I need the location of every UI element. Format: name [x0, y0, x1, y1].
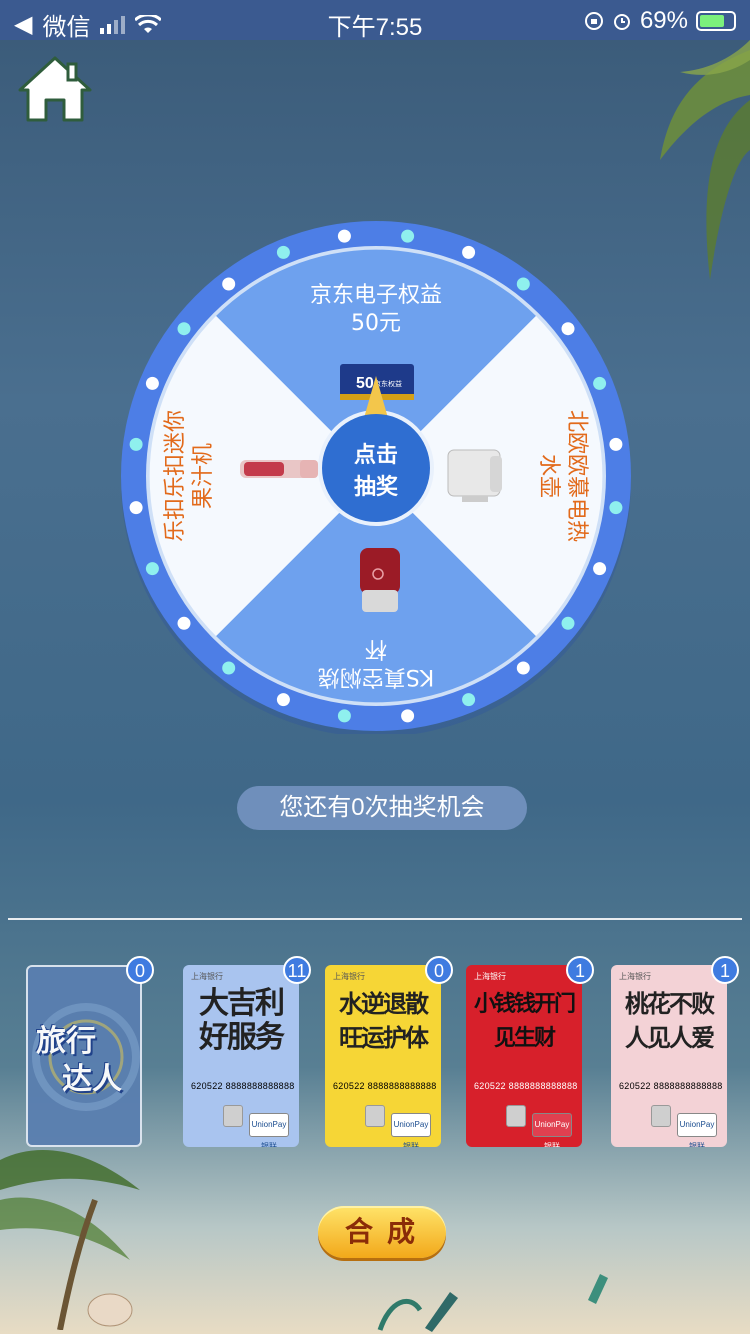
wheel-light [401, 229, 415, 243]
wheel-light [593, 562, 607, 576]
card-title: 旅行 达人 [36, 1025, 122, 1096]
card-number: 620522 8888888888888 [619, 1081, 723, 1091]
wheel-light [462, 245, 476, 259]
rotation-lock-icon [584, 12, 603, 30]
card-count-badge: 0 [126, 956, 154, 984]
chip-icon [651, 1105, 671, 1127]
synthesize-button[interactable]: 合成 [318, 1206, 446, 1258]
unionpay-logo: UnionPay 银联 [532, 1113, 572, 1147]
prize-sub: 50元 [351, 311, 401, 336]
prize-sub: 水壶 [536, 454, 561, 498]
spin-button-label: 抽奖 [354, 474, 399, 500]
home-icon[interactable] [16, 54, 94, 124]
card-facai[interactable]: 上海银行 小钱钱开门 见生财 620522 8888888888888 Unio… [466, 956, 594, 1147]
card-travel[interactable]: 旅行 达人 0 [26, 956, 154, 1147]
unionpay-logo: UnionPay 银联 [391, 1113, 431, 1147]
card-number: 620522 8888888888888 [191, 1081, 295, 1091]
prize-name: 北欧欧慕电热 [564, 410, 589, 542]
prize-name: 京东电子权益 [310, 283, 442, 308]
card-number: 620522 8888888888888 [333, 1081, 437, 1091]
wheel-light [593, 376, 607, 390]
wheel-light [276, 693, 290, 707]
beach-items-decoration [87, 1274, 608, 1332]
card-calligraphy: 水逆退散 旺运护体 [339, 989, 429, 1052]
chip-icon [365, 1105, 385, 1127]
wheel-light [609, 501, 623, 515]
card-count-badge: 0 [425, 956, 453, 984]
wheel-light [145, 376, 159, 390]
chip-icon [506, 1105, 526, 1127]
wheel-light [561, 322, 575, 336]
thermos-image [360, 548, 400, 612]
battery-percent: 69% [639, 7, 688, 34]
bank-name: 上海银行 [191, 972, 223, 981]
divider [8, 918, 742, 920]
card-calligraphy: 桃花不败 人见人爱 [625, 989, 715, 1052]
wheel-light [222, 661, 236, 675]
wheel-light [561, 616, 575, 630]
card-calligraphy: 小钱钱开门 见生财 [473, 991, 576, 1051]
card-count-badge: 1 [566, 956, 594, 984]
wheel-light [129, 501, 143, 515]
wheel-light [516, 277, 530, 291]
prize-name: KS真空焖烧 [318, 664, 434, 689]
voucher-amount: 50 [356, 375, 374, 392]
bank-name: 上海银行 [333, 972, 365, 981]
card-count-badge: 11 [283, 956, 311, 984]
card-calligraphy: 大吉利 好服务 [199, 986, 285, 1055]
card-taohua[interactable]: 上海银行 桃花不败 人见人爱 620522 8888888888888 Unio… [611, 956, 739, 1147]
wheel-light [401, 709, 415, 723]
prize-name: 乐扣乐扣迷你 [163, 410, 188, 542]
prize-sub: 果汁机 [191, 443, 216, 509]
kettle-image [447, 449, 502, 502]
unionpay-logo: UnionPay 银联 [249, 1113, 289, 1147]
wheel-light [516, 661, 530, 675]
wheel-light [276, 245, 290, 259]
wheel-light [177, 616, 191, 630]
juicer-image [240, 460, 318, 478]
palm-leaves-decoration [660, 40, 750, 280]
card-number: 620522 8888888888888 [474, 1081, 578, 1091]
wheel-light [337, 709, 351, 723]
spin-button-label: 点击 [354, 442, 398, 468]
palm-tree-decoration [0, 1150, 140, 1330]
prize-sub: 杯 [365, 636, 387, 661]
alarm-icon [613, 14, 630, 30]
wheel-light [177, 322, 191, 336]
lucky-wheel[interactable]: 50 京东权益 京东电子权益 50元 北欧欧慕电热 水壶 KS真空焖烧 杯 乐扣… [118, 218, 634, 737]
card-jili[interactable]: 上海银行 大吉利 好服务 620522 8888888888888 UnionP… [183, 956, 311, 1147]
wheel-light [609, 437, 623, 451]
wheel-light [129, 437, 143, 451]
bank-name: 上海银行 [474, 972, 506, 981]
battery-icon [696, 11, 736, 31]
wheel-graphic: 50 京东权益 京东电子权益 50元 北欧欧慕电热 水壶 KS真空焖烧 杯 乐扣… [121, 221, 631, 737]
chip-icon [223, 1105, 243, 1127]
bank-name: 上海银行 [619, 972, 651, 981]
status-bar: ◀ 微信 下午7:55 69% [0, 0, 750, 41]
card-wangyun[interactable]: 上海银行 水逆退散 旺运护体 620522 8888888888888 Unio… [325, 956, 453, 1147]
wheel-light [222, 277, 236, 291]
wheel-light [337, 229, 351, 243]
remaining-chances-label: 您还有0次抽奖机会 [237, 786, 527, 830]
unionpay-logo: UnionPay 银联 [677, 1113, 717, 1147]
wheel-light [462, 693, 476, 707]
wheel-light [145, 562, 159, 576]
card-count-badge: 1 [711, 956, 739, 984]
